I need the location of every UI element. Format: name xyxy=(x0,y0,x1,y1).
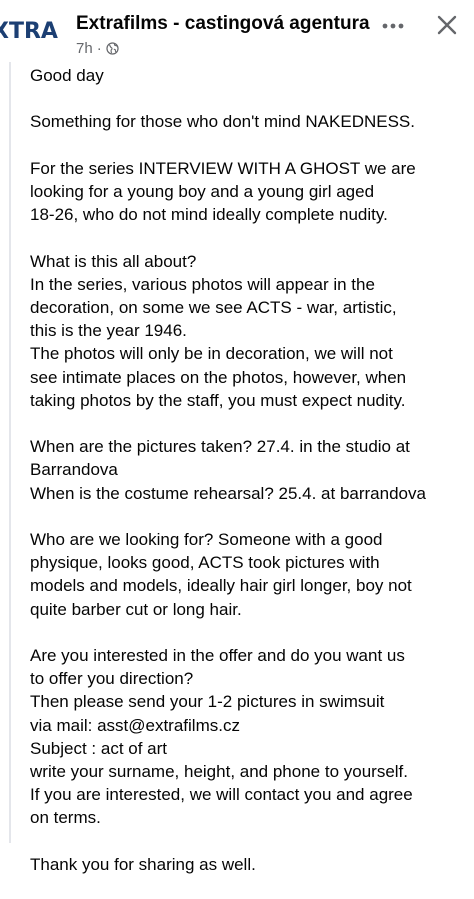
text-line: models and models, ideally hair girl lon… xyxy=(30,576,412,596)
text-line: to offer you direction? xyxy=(30,669,194,689)
text-line: on terms. xyxy=(30,808,101,828)
more-options-button[interactable] xyxy=(376,10,410,40)
text-line: this is the year 1946. xyxy=(30,321,187,341)
text-line: taking photos by the staff, you must exp… xyxy=(30,390,406,410)
text-line: see intimate places on the photos, howev… xyxy=(30,367,407,387)
text-line: write your surname, height, and phone to… xyxy=(30,762,408,781)
paragraph: For the series INTERVIEW WITH A GHOST we… xyxy=(30,157,470,227)
more-dots-icon xyxy=(382,16,404,34)
text-line: Then please send your 1-2 pictures in sw… xyxy=(30,692,385,712)
paragraph: Something for those who don't mind NAKED… xyxy=(30,110,470,133)
paragraph: Thank you for sharing as well. xyxy=(30,853,470,876)
page-avatar[interactable]: XTRA xyxy=(0,10,64,54)
meta-separator: · xyxy=(96,40,102,57)
text-line: Subject : act of art xyxy=(30,738,168,758)
globe-icon xyxy=(106,42,119,55)
text-line: 18-26, who do not mind ideally complete … xyxy=(30,205,388,225)
text-line: quite barber cut or long hair. xyxy=(30,599,242,619)
paragraph: Are you interested in the offer and do y… xyxy=(30,644,470,830)
post-meta: 7h · xyxy=(76,40,119,57)
text-line: Who are we looking for? Someone with a g… xyxy=(30,529,383,549)
text-line: In the series, various photos will appea… xyxy=(30,274,375,294)
page-name-link[interactable]: Extrafilms - castingová agentura xyxy=(76,13,370,35)
text-line: When are the pictures taken? 27.4. in th… xyxy=(30,437,410,457)
paragraph: When are the pictures taken? 27.4. in th… xyxy=(30,435,470,505)
paragraph: What is this all about? In the series, v… xyxy=(30,250,470,412)
text-line: What is this all about? xyxy=(30,251,197,271)
avatar-logo-text: XTRA xyxy=(0,19,58,44)
quote-divider xyxy=(9,62,11,843)
text-line: Good day xyxy=(30,66,104,85)
paragraph: Who are we looking for? Someone with a g… xyxy=(30,528,470,621)
text-line: Barrandova xyxy=(30,460,118,480)
text-line: For the series INTERVIEW WITH A GHOST we… xyxy=(30,158,416,178)
paragraph: Good day xyxy=(30,64,470,87)
text-line: Thank you for sharing as well. xyxy=(30,854,256,874)
text-line: Something for those who don't mind NAKED… xyxy=(30,112,415,132)
text-line: The photos will only be in decoration, w… xyxy=(30,344,393,364)
post-timestamp[interactable]: 7h xyxy=(76,40,93,57)
text-line: Are you interested in the offer and do y… xyxy=(30,645,405,665)
text-line: If you are interested, we will contact y… xyxy=(30,785,413,805)
text-line: decoration, on some we see ACTS - war, a… xyxy=(30,297,397,317)
close-button[interactable] xyxy=(430,10,464,44)
post-body-text: Good day Something for those who don't m… xyxy=(30,64,470,899)
text-line: via mail: asst@extrafilms.cz xyxy=(30,715,240,735)
text-line: physique, looks good, ACTS took pictures… xyxy=(30,553,380,573)
post-header: XTRA Extrafilms - castingová agentura 7h… xyxy=(0,0,474,62)
text-line: looking for a young boy and a young girl… xyxy=(30,181,375,201)
close-icon xyxy=(437,15,457,40)
text-line: When is the costume rehearsal? 25.4. at … xyxy=(30,483,426,503)
